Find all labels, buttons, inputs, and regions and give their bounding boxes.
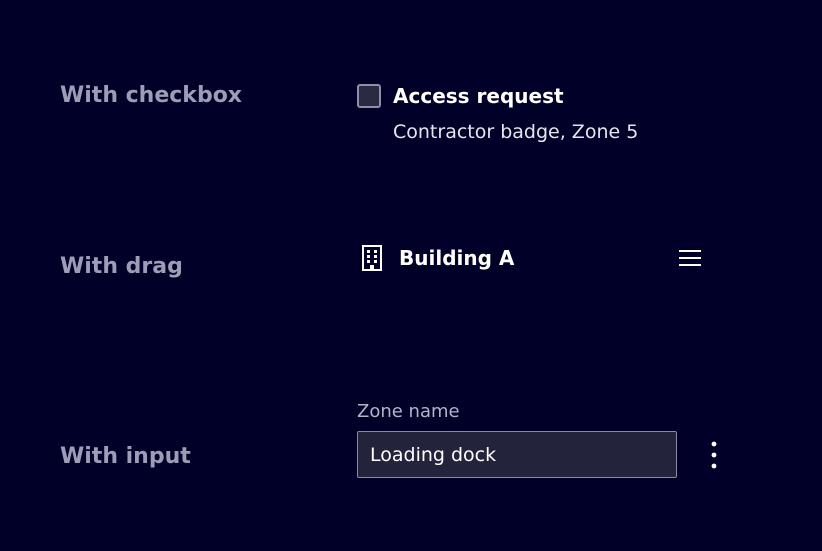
kebab-menu-icon[interactable] <box>700 438 728 472</box>
building-title: Building A <box>399 246 515 270</box>
access-request-title: Access request <box>393 84 564 108</box>
access-request-checkbox[interactable] <box>357 84 381 108</box>
drag-handle-icon[interactable] <box>676 246 704 270</box>
row-label-checkbox: With checkbox <box>60 83 242 108</box>
zone-name-label: Zone name <box>357 401 460 422</box>
zone-name-input[interactable] <box>357 431 677 478</box>
row-label-drag: With drag <box>60 254 183 279</box>
building-icon <box>362 245 382 271</box>
access-request-subtitle: Contractor badge, Zone 5 <box>393 121 639 143</box>
row-label-input: With input <box>60 444 191 469</box>
